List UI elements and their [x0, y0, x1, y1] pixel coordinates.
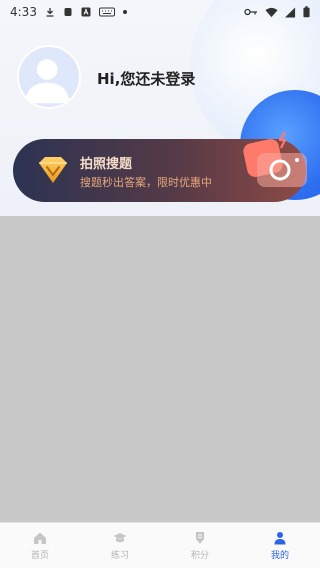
points-icon [196, 531, 204, 544]
download-icon [46, 8, 54, 17]
status-bar: 4:33 [0, 0, 320, 24]
tab-points[interactable]: 积分 [160, 523, 240, 568]
user-icon [274, 531, 286, 544]
tab-label: 首页 [30, 550, 49, 561]
home-icon [34, 532, 46, 544]
cellular-signal-icon [285, 6, 296, 18]
app-notification-icon [64, 8, 72, 16]
tab-label: 练习 [110, 550, 129, 561]
camera-icon [243, 131, 307, 187]
battery-icon [303, 6, 310, 18]
graduation-cap-icon [113, 532, 127, 542]
banner-title: 拍照搜题 [80, 157, 133, 172]
login-prompt[interactable]: Hi,您还未登录 [97, 68, 195, 89]
avatar[interactable] [17, 45, 81, 109]
bottom-tab-bar: 首页 练习 积分 我的 [0, 522, 320, 568]
default-avatar-icon [24, 59, 70, 104]
tab-home[interactable]: 首页 [0, 523, 80, 568]
status-time: 4:33 [10, 5, 37, 19]
tab-label: 积分 [190, 550, 209, 561]
tab-label: 我的 [270, 550, 289, 561]
photo-search-banner[interactable]: 拍照搜题 搜题秒出答案，限时优惠中 [13, 131, 307, 202]
tab-practice[interactable]: 练习 [80, 523, 160, 568]
tab-mine[interactable]: 我的 [240, 523, 320, 568]
font-app-icon [81, 7, 91, 17]
diamond-crown-icon [39, 157, 67, 183]
key-icon [244, 8, 257, 16]
keyboard-icon [98, 7, 115, 17]
banner-subtitle: 搜题秒出答案，限时优惠中 [80, 176, 212, 189]
wifi-icon [265, 7, 278, 17]
notification-dot-icon [122, 10, 127, 14]
